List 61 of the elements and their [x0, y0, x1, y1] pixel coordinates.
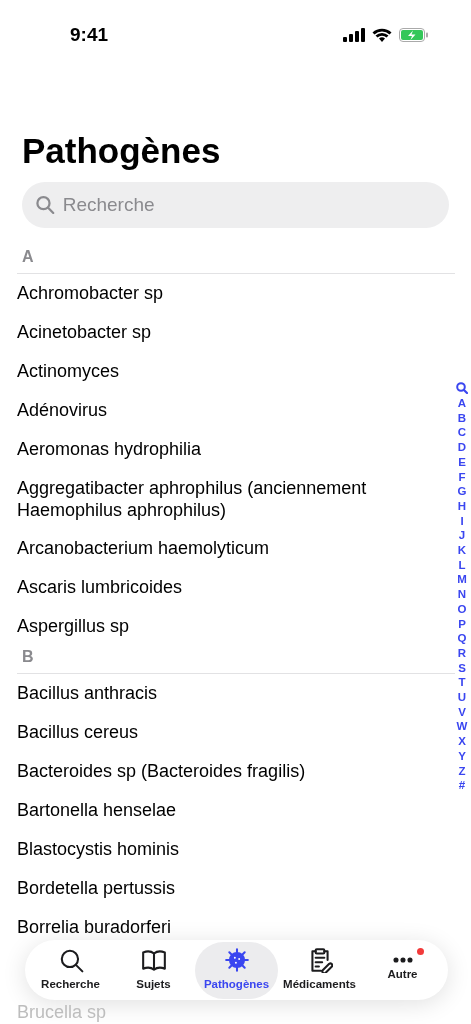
signal-icon	[343, 28, 365, 42]
index-letter[interactable]: P	[458, 616, 466, 632]
search-icon[interactable]	[456, 382, 468, 394]
list-item[interactable]: Achromobacter sp	[17, 282, 164, 304]
virus-icon	[223, 946, 250, 973]
index-letter[interactable]: M	[457, 572, 467, 588]
index-letter[interactable]: B	[457, 410, 467, 426]
index-letter[interactable]: E	[458, 454, 466, 470]
index-letter[interactable]: R	[457, 645, 467, 661]
more-icon	[391, 956, 414, 963]
section-header: A	[22, 247, 34, 267]
list-item[interactable]: Aggregatibacter aphrophilus (anciennement Haemophilus aphrophilus)	[17, 477, 415, 521]
page-title: Pathogènes	[21, 130, 222, 172]
index-letter[interactable]: H	[457, 498, 467, 514]
index-letter[interactable]: K	[457, 543, 467, 558]
index-letter[interactable]: G	[457, 484, 467, 499]
index-letter[interactable]: D	[457, 440, 467, 455]
index-letter[interactable]: Q	[457, 631, 467, 646]
status-time: 9:41	[70, 22, 109, 47]
index-letter[interactable]: I	[460, 513, 464, 529]
list-item[interactable]: Bacillus cereus	[17, 721, 139, 743]
index-letter[interactable]: Z	[458, 763, 466, 779]
tab[interactable]: Autre	[361, 941, 444, 999]
list-item[interactable]: Adénovirus	[17, 399, 108, 421]
index-letter[interactable]: O	[457, 601, 467, 617]
list-item[interactable]: Aeromonas hydrophilia	[17, 438, 202, 460]
list-item[interactable]: Ascaris lumbricoides	[17, 576, 183, 598]
list-item[interactable]: Bacteroides sp (Bacteroides fragilis)	[17, 760, 306, 782]
index-letter[interactable]: T	[458, 675, 466, 691]
index-letter[interactable]: A	[457, 396, 467, 411]
index-letter[interactable]: S	[458, 660, 466, 676]
search-input[interactable]: Recherche	[62, 190, 435, 220]
index-letter[interactable]: L	[458, 557, 466, 573]
list-item[interactable]: Acinetobacter sp	[17, 321, 152, 343]
index-letter[interactable]: U	[457, 690, 467, 705]
list-item[interactable]: Aspergillus sp	[17, 615, 130, 637]
index-letter[interactable]: #	[458, 778, 466, 793]
index-letter[interactable]: C	[457, 425, 467, 441]
list-item[interactable]: Bartonella henselae	[17, 799, 177, 821]
battery-charging-icon	[399, 28, 429, 42]
list-item[interactable]: Blastocystis hominis	[17, 838, 180, 860]
search-icon	[36, 195, 55, 215]
list-item[interactable]: Bacillus anthracis	[17, 682, 158, 704]
section-header: B	[22, 647, 34, 667]
index-letter[interactable]: N	[457, 587, 467, 602]
index-letter[interactable]: Y	[458, 748, 466, 764]
index-letter[interactable]: V	[458, 704, 466, 720]
index-letter[interactable]: W	[456, 719, 468, 735]
tab[interactable]: Sujets	[112, 941, 195, 999]
list-item[interactable]: Actinomyces	[17, 360, 120, 382]
index-letter[interactable]: X	[458, 734, 466, 749]
tab[interactable]: Médicaments	[278, 941, 361, 999]
list-item[interactable]: Borrelia buradorferi	[17, 916, 172, 938]
index-letter[interactable]: J	[458, 528, 466, 544]
list-item[interactable]: Bordetella pertussis	[17, 877, 176, 899]
wifi-icon	[372, 28, 392, 42]
tab[interactable]: Pathogènes	[195, 941, 278, 999]
list-item[interactable]: Arcanobacterium haemolyticum	[17, 537, 270, 559]
tab[interactable]: Recherche	[29, 941, 112, 999]
search-field[interactable]: Recherche	[22, 182, 449, 228]
index-letter[interactable]: F	[458, 469, 466, 485]
